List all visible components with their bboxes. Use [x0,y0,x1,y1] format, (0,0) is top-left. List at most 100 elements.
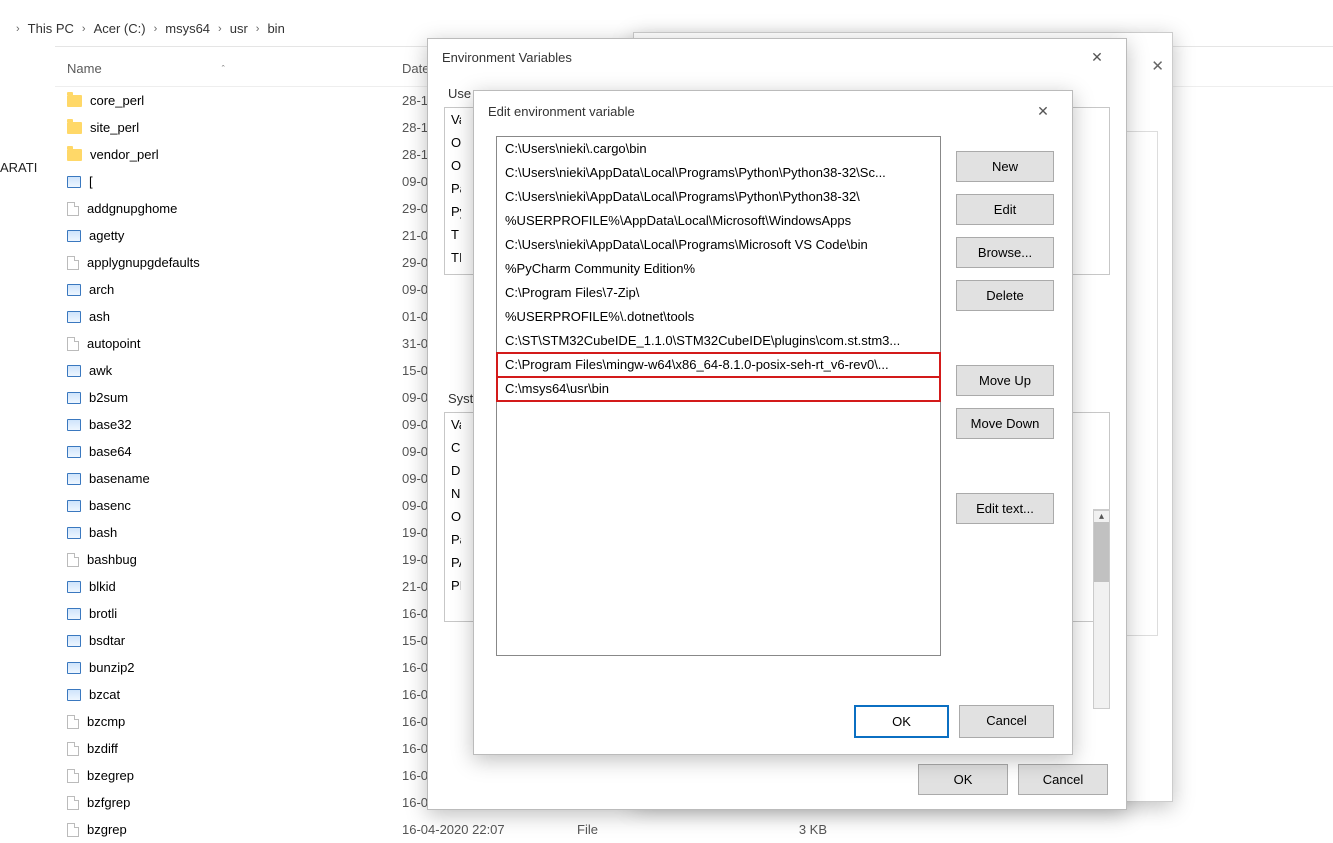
file-name: bzcmp [87,714,125,729]
app-icon [67,608,81,620]
dialog-title: Edit environment variable [488,104,635,119]
edit-text-button[interactable]: Edit text... [956,493,1054,524]
app-icon [67,662,81,674]
var-name-fragment: PA [451,555,461,570]
app-icon [67,392,81,404]
path-entry[interactable]: %USERPROFILE%\AppData\Local\Microsoft\Wi… [497,209,940,233]
edit-button[interactable]: Edit [956,194,1054,225]
app-icon [67,176,81,188]
var-name-fragment: D [451,463,461,478]
folder-icon [67,149,82,161]
var-name-fragment: Py [451,204,461,219]
breadcrumb-item[interactable]: usr [230,21,248,36]
var-name-fragment: PI [451,578,461,593]
path-list[interactable]: C:\Users\nieki\.cargo\binC:\Users\nieki\… [496,136,941,656]
col-name[interactable]: Name [67,61,102,76]
file-name: base64 [89,444,132,459]
var-name-fragment: O [451,509,461,524]
path-entry[interactable]: C:\Users\nieki\AppData\Local\Programs\Mi… [497,233,940,257]
breadcrumb[interactable]: › This PC › Acer (C:) › msys64 › usr › b… [10,21,285,36]
var-name-fragment: N [451,486,461,501]
file-name: bunzip2 [89,660,135,675]
file-date: 16-04-2020 22:07 [402,822,577,837]
app-icon [67,311,81,323]
path-entry[interactable]: C:\Program Files\mingw-w64\x86_64-8.1.0-… [497,353,940,377]
app-icon [67,230,81,242]
app-icon [67,581,81,593]
cancel-button[interactable]: Cancel [959,705,1054,738]
breadcrumb-item[interactable]: bin [267,21,284,36]
path-entry[interactable]: C:\Users\nieki\.cargo\bin [497,137,940,161]
close-icon[interactable]: ✕ [1151,57,1164,75]
var-name-fragment: O [451,135,461,150]
file-type: File [577,822,727,837]
file-name: basenc [89,498,131,513]
app-icon [67,689,81,701]
file-name: ash [89,309,110,324]
app-icon [67,446,81,458]
file-name: base32 [89,417,132,432]
path-entry[interactable]: C:\msys64\usr\bin [497,377,940,401]
close-icon[interactable]: ✕ [1082,49,1112,66]
file-icon [67,715,79,729]
file-name: site_perl [90,120,139,135]
file-row[interactable]: bzgrep16-04-2020 22:07File3 KB [55,816,1333,843]
file-name: [ [89,174,93,189]
app-icon [67,473,81,485]
file-icon [67,256,79,270]
path-entry[interactable]: %USERPROFILE%\.dotnet\tools [497,305,940,329]
new-button[interactable]: New [956,151,1054,182]
breadcrumb-item[interactable]: Acer (C:) [94,21,146,36]
ok-button[interactable]: OK [918,764,1008,795]
file-icon [67,742,79,756]
file-icon [67,769,79,783]
dialog-title: Environment Variables [442,50,572,65]
file-name: blkid [89,579,116,594]
app-icon [67,500,81,512]
app-icon [67,635,81,647]
path-entry[interactable]: C:\ST\STM32CubeIDE_1.1.0\STM32CubeIDE\pl… [497,329,940,353]
file-icon [67,202,79,216]
file-icon [67,823,79,837]
path-entry[interactable]: C:\Program Files\7-Zip\ [497,281,940,305]
file-size: 3 KB [727,822,827,837]
app-icon [67,527,81,539]
browse-button[interactable]: Browse... [956,237,1054,268]
file-name: bzegrep [87,768,134,783]
ok-button[interactable]: OK [854,705,949,738]
chevron-right-icon: › [154,23,158,35]
delete-button[interactable]: Delete [956,280,1054,311]
var-name-fragment: T [451,227,461,242]
chevron-right-icon: › [256,23,260,35]
breadcrumb-item[interactable]: This PC [28,21,74,36]
file-name: applygnupgdefaults [87,255,200,270]
var-name-fragment: Va [451,112,461,127]
path-entry[interactable]: C:\Users\nieki\AppData\Local\Programs\Py… [497,185,940,209]
file-name: bashbug [87,552,137,567]
app-icon [67,365,81,377]
close-icon[interactable]: ✕ [1028,103,1058,120]
var-name-fragment: Pa [451,181,461,196]
file-name: bsdtar [89,633,125,648]
path-entry[interactable]: %PyCharm Community Edition% [497,257,940,281]
path-entry[interactable]: C:\Users\nieki\AppData\Local\Programs\Py… [497,161,940,185]
folder-icon [67,122,82,134]
file-name: bash [89,525,117,540]
cancel-button[interactable]: Cancel [1018,764,1108,795]
chevron-right-icon: › [218,23,222,35]
var-name-fragment: C [451,440,461,455]
file-name: brotli [89,606,117,621]
file-name: agetty [89,228,124,243]
sort-asc-icon: ˆ [222,64,225,74]
nav-fragment: ARATI [0,160,40,175]
file-name: addgnupghome [87,201,177,216]
move-down-button[interactable]: Move Down [956,408,1054,439]
file-name: basename [89,471,150,486]
file-name: bzdiff [87,741,118,756]
move-up-button[interactable]: Move Up [956,365,1054,396]
file-name: vendor_perl [90,147,159,162]
breadcrumb-item[interactable]: msys64 [165,21,210,36]
app-icon [67,419,81,431]
file-icon [67,796,79,810]
scrollbar[interactable]: ▴ [1093,509,1110,709]
